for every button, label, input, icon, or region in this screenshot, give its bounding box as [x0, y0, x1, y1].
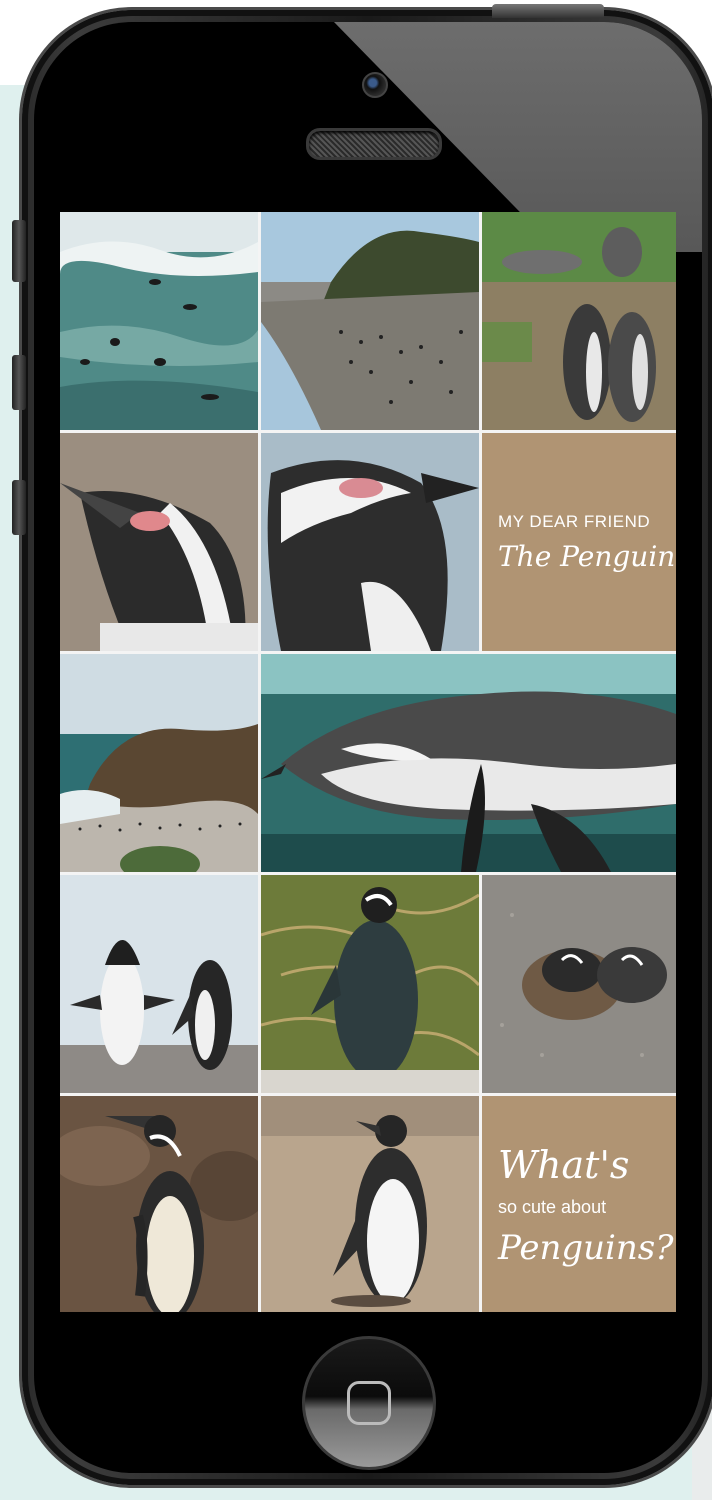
title-card-dear-friend: MY DEAR FRIEND The Penguin	[482, 433, 676, 651]
home-square-icon	[347, 1381, 391, 1425]
photo-penguin-swimming-underwater[interactable]	[261, 654, 676, 872]
card-script-question: Penguins?	[498, 1227, 674, 1268]
card-script-heading: What's	[498, 1142, 630, 1187]
front-camera-icon	[362, 72, 388, 98]
speaker-grille-icon	[306, 128, 442, 160]
photo-penguin-profile-closeup[interactable]	[261, 433, 479, 651]
photo-penguins-swimming-surf[interactable]	[60, 212, 258, 430]
photo-penguin-calling-closeup[interactable]	[60, 433, 258, 651]
photo-penguin-colony-coast[interactable]	[261, 212, 479, 430]
photo-penguin-sand[interactable]	[261, 1096, 479, 1312]
volume-down-button[interactable]	[12, 480, 26, 535]
photo-two-penguins-beach[interactable]	[60, 875, 258, 1093]
photo-rocky-coast-colony[interactable]	[60, 654, 258, 872]
home-button[interactable]	[302, 1336, 436, 1470]
photo-penguin-chicks-burrow[interactable]	[482, 875, 676, 1093]
power-button[interactable]	[492, 4, 604, 18]
card-subheading: so cute about	[498, 1196, 607, 1217]
photo-penguin-tall-grass[interactable]	[261, 875, 479, 1093]
photo-grid: MY DEAR FRIEND The Penguin What's so cut…	[60, 212, 676, 1312]
photo-two-penguins-grass[interactable]	[482, 212, 676, 430]
title-card-what-is-cute: What's so cute about Penguins?	[482, 1096, 676, 1312]
volume-up-button[interactable]	[12, 355, 26, 410]
mute-switch[interactable]	[12, 220, 26, 282]
card-script-title: The Penguin	[498, 539, 676, 573]
photo-penguin-rocks[interactable]	[60, 1096, 258, 1312]
card-heading: MY DEAR FRIEND	[498, 511, 651, 531]
